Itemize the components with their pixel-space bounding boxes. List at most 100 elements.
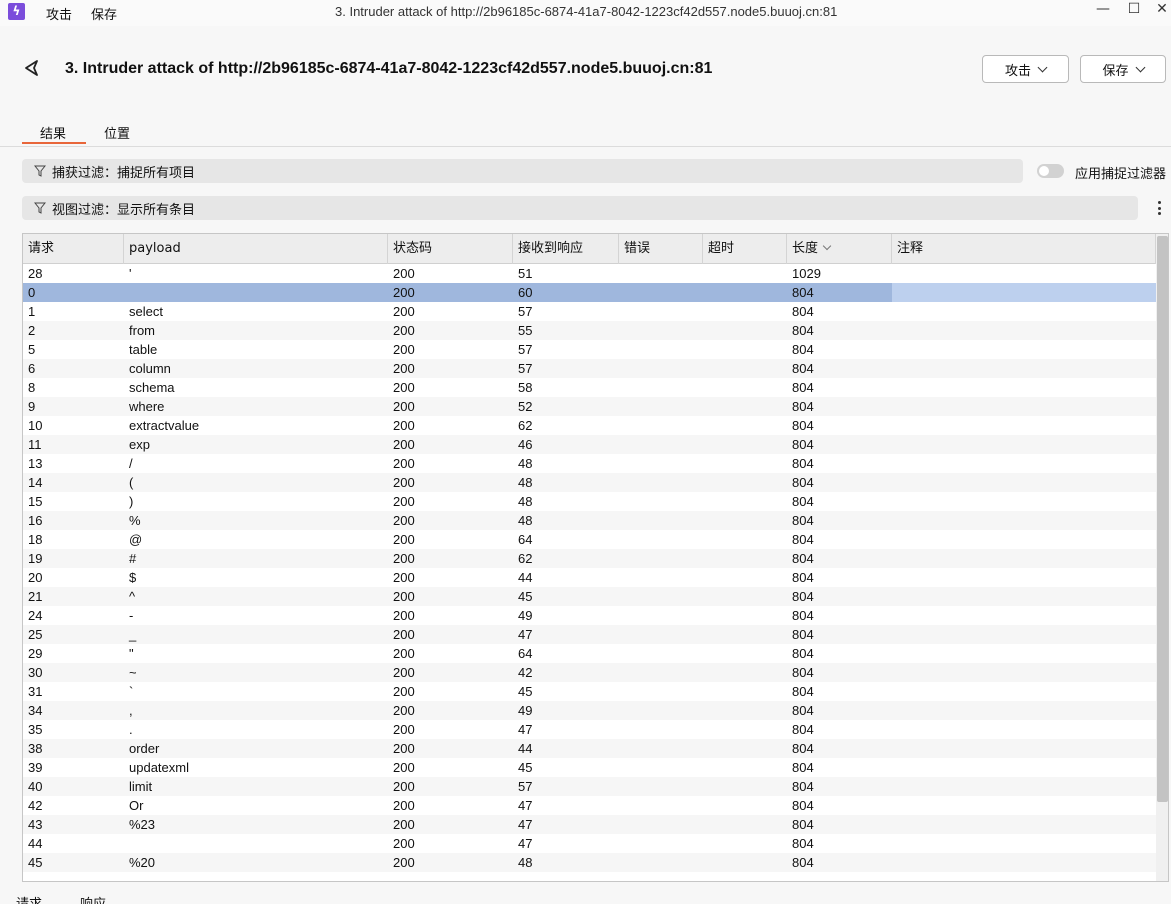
table-row[interactable]: 16% 200 48 804 xyxy=(23,511,1156,530)
maximize-icon[interactable]: ☐ xyxy=(1124,1,1144,17)
menu-save[interactable]: 保存 xyxy=(91,4,117,23)
tab-request[interactable]: 请求 xyxy=(16,893,42,904)
back-arrow-icon[interactable] xyxy=(22,58,42,78)
table-row[interactable]: 9 where 200 52 804 xyxy=(23,397,1156,416)
table-row[interactable]: 44 200 47 804 xyxy=(23,834,1156,853)
attack-button[interactable]: 攻击 xyxy=(982,55,1069,83)
table-row[interactable]: 18 @200 64 804 xyxy=(23,530,1156,549)
cell-status-code: 200 xyxy=(393,380,415,395)
table-row[interactable]: 13 / 200 48 804 xyxy=(23,454,1156,473)
cell-status-code: 200 xyxy=(393,570,415,585)
cell-payload: _ xyxy=(129,627,137,642)
cell-timeout xyxy=(703,644,787,663)
cell-payload: limit xyxy=(129,779,153,794)
cell-request-id: 29 xyxy=(28,646,43,661)
table-row[interactable]: 38 order 200 44 804 xyxy=(23,739,1156,758)
page-title: 3. Intruder attack of http://2b96185c-68… xyxy=(65,60,713,77)
table-row[interactable]: 6 column 200 57 804 xyxy=(23,359,1156,378)
table-row[interactable]: 5 table 200 57 804 xyxy=(23,340,1156,359)
cell-status-code: 200 xyxy=(393,532,415,547)
table-row[interactable]: 19 #200 62 804 xyxy=(23,549,1156,568)
tab-results[interactable]: 结果 xyxy=(40,123,66,142)
table-row[interactable]: 43 %23 200 47 804 xyxy=(23,815,1156,834)
cell-status-code: 200 xyxy=(393,646,415,661)
cell-response-received: 51 xyxy=(518,266,533,281)
column-header-status-code[interactable]: 状态码 xyxy=(388,234,513,264)
cell-request-id: 18 xyxy=(28,532,43,547)
column-header-label: payload xyxy=(129,241,181,256)
cell-payload: from xyxy=(129,323,155,338)
column-header-label: 错误 xyxy=(624,241,651,256)
cell-request-id: 28 xyxy=(28,266,43,281)
table-row[interactable]: 39 updatexml 200 45 804 xyxy=(23,758,1156,777)
table-row[interactable]: 40 limit 200 57 804 xyxy=(23,777,1156,796)
table-row[interactable]: 21 ^ 200 45 804 xyxy=(23,587,1156,606)
cell-request-id: 2 xyxy=(28,323,36,338)
table-header: 请求 payload 状态码 接收到响应 错误 超时 长度 注释 xyxy=(23,234,1156,264)
cell-notes xyxy=(892,492,1156,511)
table-row[interactable]: 45 %20 200 48 804 xyxy=(23,853,1156,872)
view-filter-bar[interactable]: 视图过滤：显示所有条目 xyxy=(22,196,1138,220)
table-row[interactable]: 2 from 200 55 804 xyxy=(23,321,1156,340)
results-table[interactable]: 请求 payload 状态码 接收到响应 错误 超时 长度 注释 28 ' 200 51 1029 0 2… xyxy=(22,233,1169,882)
filter-icon xyxy=(34,202,46,214)
table-row[interactable]: 29 " 200 64 804 xyxy=(23,644,1156,663)
capture-filter-bar[interactable]: 捕获过滤：捕捉所有项目 xyxy=(22,159,1023,183)
close-icon[interactable]: ✕ xyxy=(1152,1,1171,17)
cell-length: 804 xyxy=(792,418,814,433)
cell-payload: Or xyxy=(129,798,144,813)
cell-payload: %20 xyxy=(129,855,156,870)
cell-payload: ( xyxy=(129,475,134,490)
table-row[interactable]: 24 - 200 49 804 xyxy=(23,606,1156,625)
table-row[interactable]: 42 Or 200 47 804 xyxy=(23,796,1156,815)
cell-notes xyxy=(892,302,1156,321)
cell-request-id: 40 xyxy=(28,779,43,794)
table-row[interactable]: 14 (200 48 804 xyxy=(23,473,1156,492)
table-row[interactable]: 11 exp 200 46 804 xyxy=(23,435,1156,454)
cell-request-id: 45 xyxy=(28,855,43,870)
column-header-notes[interactable]: 注释 xyxy=(892,234,1156,264)
cell-error xyxy=(619,549,703,568)
minimize-icon[interactable]: — xyxy=(1093,1,1113,17)
table-row[interactable]: 31 ` 200 45 804 xyxy=(23,682,1156,701)
cell-timeout xyxy=(703,530,787,549)
table-row[interactable]: 10 extractvalue 200 62 804 xyxy=(23,416,1156,435)
cell-notes xyxy=(892,777,1156,796)
cell-notes xyxy=(892,758,1156,777)
table-row[interactable]: 15) 200 48 804 xyxy=(23,492,1156,511)
table-row[interactable]: 8 schema 200 58 804 xyxy=(23,378,1156,397)
cell-length: 804 xyxy=(792,399,814,414)
view-filter-text: 视图过滤：显示所有条目 xyxy=(52,202,196,218)
cell-response-received: 45 xyxy=(518,760,533,775)
apply-capture-filter-toggle[interactable] xyxy=(1037,164,1064,178)
cell-request-id: 25 xyxy=(28,627,43,642)
table-row[interactable]: 25 _ 200 47 804 xyxy=(23,625,1156,644)
column-header-timeout[interactable]: 超时 xyxy=(703,234,787,264)
cell-response-received: 47 xyxy=(518,722,533,737)
table-row[interactable]: 28 ' 200 51 1029 xyxy=(23,264,1156,283)
cell-timeout xyxy=(703,435,787,454)
vertical-scrollbar[interactable] xyxy=(1156,234,1168,881)
save-button[interactable]: 保存 xyxy=(1080,55,1166,83)
table-row[interactable]: 1 select 200 57 804 xyxy=(23,302,1156,321)
table-row[interactable]: 35. 200 47 804 xyxy=(23,720,1156,739)
cell-status-code: 200 xyxy=(393,323,415,338)
tab-response[interactable]: 响应 xyxy=(80,893,106,904)
menu-attack[interactable]: 攻击 xyxy=(46,4,72,23)
table-row[interactable]: 0 200 60 804 xyxy=(23,283,1156,302)
column-header-response-received[interactable]: 接收到响应 xyxy=(513,234,619,264)
table-row[interactable]: 20 $200 44 804 xyxy=(23,568,1156,587)
scrollbar-thumb[interactable] xyxy=(1157,236,1168,802)
cell-length: 804 xyxy=(792,665,814,680)
tab-positions[interactable]: 位置 xyxy=(104,123,130,142)
column-header-error[interactable]: 错误 xyxy=(619,234,703,264)
column-header-payload[interactable]: payload xyxy=(124,234,388,264)
cell-payload: ) xyxy=(129,494,134,509)
table-row[interactable]: 34, 200 49 804 xyxy=(23,701,1156,720)
more-options-icon[interactable] xyxy=(1152,199,1166,217)
table-row[interactable]: 30 ~200 42 804 xyxy=(23,663,1156,682)
column-header-request-id[interactable]: 请求 xyxy=(23,234,124,264)
cell-notes xyxy=(892,283,1156,302)
cell-notes xyxy=(892,416,1156,435)
column-header-length[interactable]: 长度 xyxy=(787,234,892,264)
